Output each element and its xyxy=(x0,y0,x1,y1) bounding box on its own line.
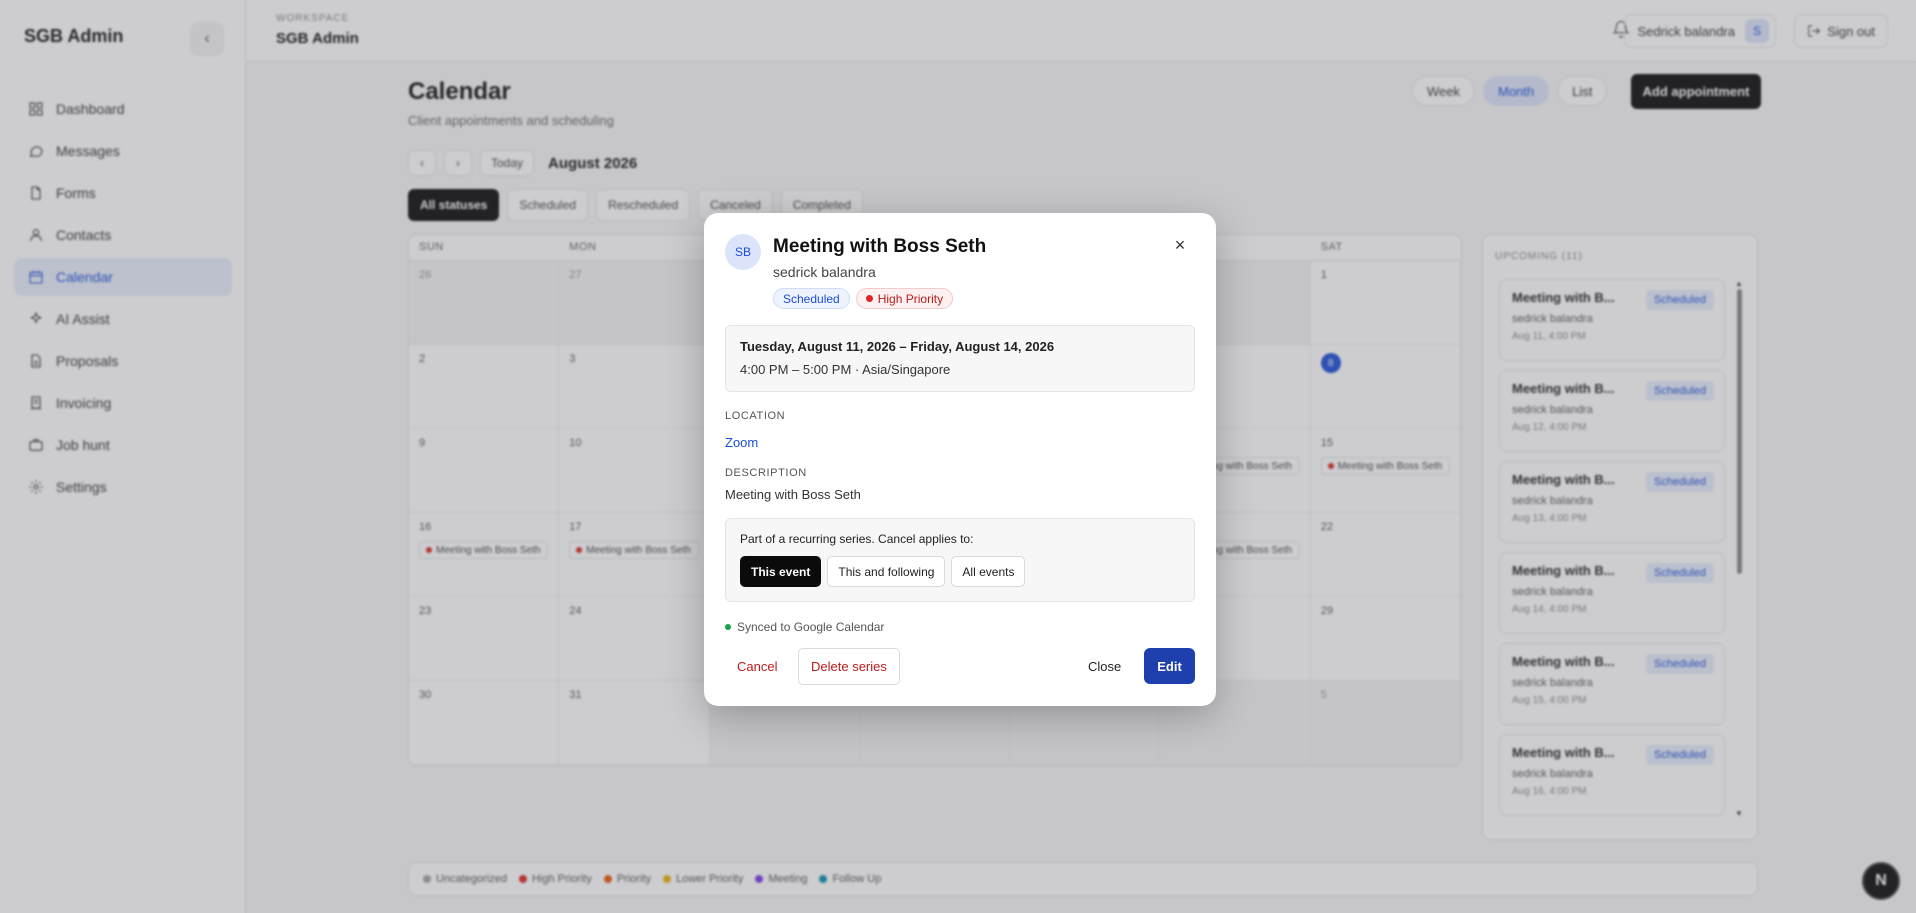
recurring-series-box: Part of a recurring series. Cancel appli… xyxy=(725,518,1195,602)
sync-dot-icon xyxy=(725,624,731,630)
dialog-title: Meeting with Boss Seth xyxy=(773,236,987,257)
dialog-person: sedrick balandra xyxy=(773,264,876,280)
close-button[interactable]: Close xyxy=(1078,648,1131,684)
series-text: Part of a recurring series. Cancel appli… xyxy=(740,532,974,546)
sync-text: Synced to Google Calendar xyxy=(737,620,885,634)
priority-label: High Priority xyxy=(877,291,944,306)
datetime-box: Tuesday, August 11, 2026 – Friday, Augus… xyxy=(725,325,1195,392)
priority-badge: High Priority xyxy=(855,288,954,309)
appointment-dialog: SB Meeting with Boss Seth sedrick baland… xyxy=(704,213,1216,706)
series-option-all-events[interactable]: All events xyxy=(951,556,1026,587)
description-text: Meeting with Boss Seth xyxy=(725,487,861,502)
series-options: This event This and following All events xyxy=(740,556,1180,587)
edit-button[interactable]: Edit xyxy=(1144,648,1195,684)
delete-series-button[interactable]: Delete series xyxy=(798,648,900,685)
location-label: LOCATION xyxy=(725,410,786,422)
priority-dot-icon xyxy=(865,295,873,302)
series-option-this-and-following[interactable]: This and following xyxy=(827,556,946,587)
close-icon[interactable]: × xyxy=(1170,235,1190,255)
time-range: 4:00 PM – 5:00 PM · Asia/Singapore xyxy=(740,362,951,377)
location-link[interactable]: Zoom xyxy=(725,435,758,450)
status-badge: Scheduled xyxy=(773,288,850,309)
series-option-this-event[interactable]: This event xyxy=(740,556,822,587)
sync-status: Synced to Google Calendar xyxy=(725,620,884,634)
cancel-button[interactable]: Cancel xyxy=(725,648,789,684)
dialog-tags: Scheduled High Priority xyxy=(773,288,954,309)
avatar: SB xyxy=(725,234,761,270)
date-range: Tuesday, August 11, 2026 – Friday, Augus… xyxy=(740,339,1055,354)
description-label: DESCRIPTION xyxy=(725,467,807,479)
